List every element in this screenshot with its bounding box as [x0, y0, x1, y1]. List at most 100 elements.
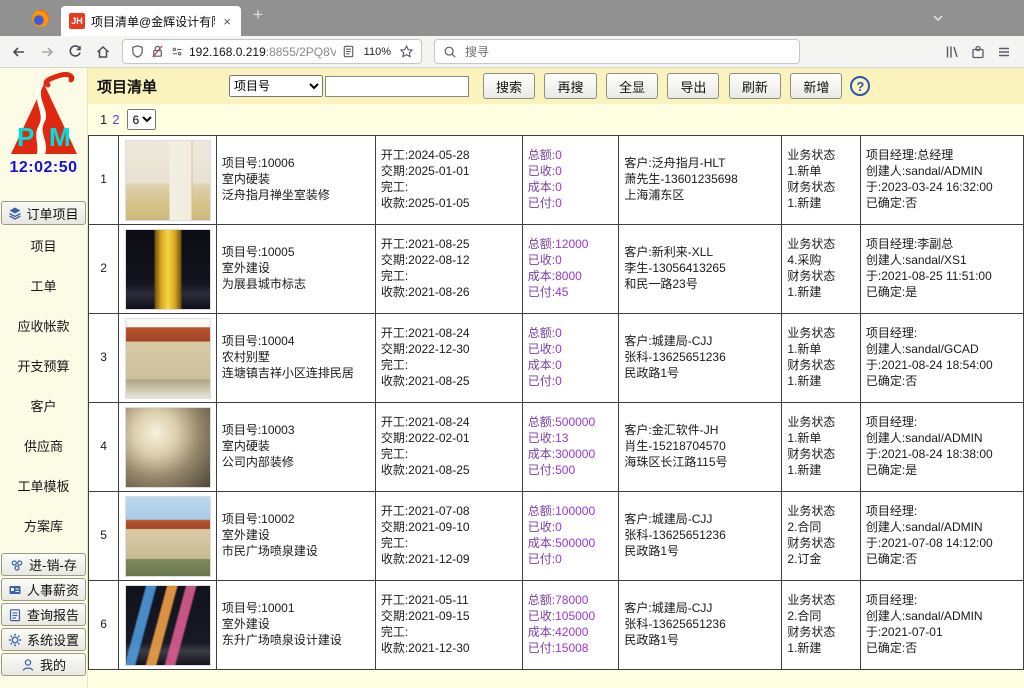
- firefox-icon[interactable]: [32, 10, 49, 27]
- back-icon[interactable]: [6, 40, 32, 64]
- dates-cell: 开工:2024-05-28交期:2025-01-01完工:收款:2025-01-…: [375, 136, 522, 225]
- report-icon: [8, 608, 22, 622]
- address-bar[interactable]: 192.168.0.219:8855/2PQ8V4-zC0cwaIu9Yc2xL…: [122, 39, 422, 64]
- page-number-link[interactable]: 2: [112, 112, 119, 127]
- search-keyword-input[interactable]: [325, 76, 469, 97]
- header-action-button[interactable]: 导出: [667, 73, 719, 99]
- sidebar-link[interactable]: 工单: [0, 265, 87, 305]
- extensions-icon[interactable]: [970, 44, 986, 60]
- person-icon: [21, 658, 35, 672]
- browser-search-input[interactable]: [463, 44, 791, 60]
- project-table-body: 1 项目号:10006室内硬装泛舟指月禅坐室装修 开工:2024-05-28交期…: [89, 136, 1024, 670]
- header-action-button[interactable]: 再搜: [544, 73, 596, 99]
- svg-text:M: M: [49, 122, 71, 152]
- project-photo[interactable]: [125, 496, 211, 577]
- status-cell: 业务状态1.新单财务状态1.新建: [782, 314, 861, 403]
- insecure-lock-icon[interactable]: [150, 44, 165, 59]
- manager-cell: 项目经理:总经理创建人:sandal/ADMIN于:2023-03-24 16:…: [860, 136, 1023, 225]
- url-host: 192.168.0.219: [189, 45, 266, 59]
- reload-icon[interactable]: [62, 40, 88, 64]
- sidebar-link[interactable]: 工单模板: [0, 465, 87, 505]
- sidebar-item-label: 我的: [40, 655, 66, 674]
- project-photo[interactable]: [125, 140, 211, 221]
- sidebar-item-hr-payroll[interactable]: 人事薪资: [1, 578, 86, 601]
- amounts-cell: 总额:0 已收:0 成本:0 已付:0: [522, 136, 619, 225]
- photo-cell: [119, 136, 217, 225]
- sidebar-link[interactable]: 方案库: [0, 505, 87, 545]
- browser-toolbar: 192.168.0.219:8855/2PQ8V4-zC0cwaIu9Yc2xL…: [0, 36, 1024, 68]
- clock: 12:02:50: [9, 159, 77, 177]
- menu-icon[interactable]: [996, 44, 1012, 60]
- forward-icon[interactable]: [34, 40, 60, 64]
- dates-cell: 开工:2021-07-08交期:2021-09-10完工:收款:2021-12-…: [375, 492, 522, 581]
- header-action-button[interactable]: 搜索: [483, 73, 535, 99]
- tab-close-icon[interactable]: ×: [221, 14, 233, 29]
- shield-icon[interactable]: [130, 44, 145, 59]
- manager-cell: 项目经理:创建人:sandal/ADMIN于:2021-07-08 14:12:…: [860, 492, 1023, 581]
- sidebar-item-order-projects[interactable]: 订单项目: [1, 201, 86, 225]
- site-favicon: JH: [69, 13, 85, 29]
- new-tab-button[interactable]: +: [253, 5, 263, 25]
- library-icon[interactable]: [944, 44, 960, 60]
- url-text[interactable]: 192.168.0.219:8855/2PQ8V4-zC0cwaIu9Yc2xL…: [189, 45, 336, 59]
- cycle-icon: [10, 558, 24, 572]
- status-cell: 业务状态1.新单财务状态1.新建: [782, 136, 861, 225]
- project-photo[interactable]: [125, 407, 211, 488]
- table-row[interactable]: 2 项目号:10005室外建设为展县城市标志 开工:2021-08-25交期:2…: [89, 225, 1024, 314]
- amounts-cell: 总额:12000 已收:0 成本:8000 已付:45: [522, 225, 619, 314]
- project-info-cell: 项目号:10001室外建设东升广场喷泉设计建设: [216, 581, 375, 670]
- row-number-cell: 4: [89, 403, 119, 492]
- list-tabs-chevron-icon[interactable]: [930, 10, 946, 26]
- sidebar-link[interactable]: 开支预算: [0, 345, 87, 385]
- sidebar-item-label: 查询报告: [27, 605, 79, 624]
- client-cell: 客户:城建局-CJJ张科-13625651236民政路1号: [619, 581, 782, 670]
- project-info-cell: 项目号:10005室外建设为展县城市标志: [216, 225, 375, 314]
- header-action-button[interactable]: 刷新: [729, 73, 781, 99]
- page-size-select[interactable]: 6: [127, 109, 156, 130]
- home-icon[interactable]: [90, 40, 116, 64]
- client-cell: 客户:金汇软件-JH肖生-15218704570海珠区长江路115号: [619, 403, 782, 492]
- sidebar-link[interactable]: 供应商: [0, 425, 87, 465]
- search-bar[interactable]: [434, 39, 800, 64]
- header-action-button[interactable]: 新增: [790, 73, 842, 99]
- tab-title: 项目清单@金辉设计有限公司: [91, 13, 215, 30]
- dates-cell: 开工:2021-08-24交期:2022-02-01完工:收款:2021-08-…: [375, 403, 522, 492]
- sidebar-link[interactable]: 客户: [0, 385, 87, 425]
- client-cell: 客户:城建局-CJJ张科-13625651236民政路1号: [619, 492, 782, 581]
- photo-cell: [119, 581, 217, 670]
- table-row[interactable]: 1 项目号:10006室内硬装泛舟指月禅坐室装修 开工:2024-05-28交期…: [89, 136, 1024, 225]
- header-action-button[interactable]: 全显: [606, 73, 658, 99]
- sidebar-link[interactable]: 应收帐款: [0, 305, 87, 345]
- amounts-cell: 总额:100000 已收:0 成本:500000 已付:0: [522, 492, 619, 581]
- toolbar-right-icons: [944, 44, 1018, 60]
- manager-cell: 项目经理:创建人:sandal/ADMIN于:2021-07-01已确定:否: [860, 581, 1023, 670]
- filter-field-select[interactable]: 项目号: [229, 75, 323, 97]
- sidebar-item-settings[interactable]: 系统设置: [1, 628, 86, 651]
- zoom-level[interactable]: 110%: [361, 45, 394, 59]
- table-row[interactable]: 6 项目号:10001室外建设东升广场喷泉设计建设 开工:2021-05-11交…: [89, 581, 1024, 670]
- reader-view-icon[interactable]: [341, 44, 356, 59]
- page-header: 项目清单 项目号 搜索 再搜 全显 导出 刷新 新增 ?: [88, 68, 1024, 104]
- table-row[interactable]: 5 项目号:10002室外建设市民广场喷泉建设 开工:2021-07-08交期:…: [89, 492, 1024, 581]
- sidebar-link[interactable]: 项目: [0, 225, 87, 265]
- status-cell: 业务状态2.合同财务状态1.新建: [782, 581, 861, 670]
- project-photo[interactable]: [125, 318, 211, 399]
- status-cell: 业务状态1.新单财务状态1.新建: [782, 403, 861, 492]
- pm-volcano-logo: P M: [8, 72, 80, 158]
- row-number-cell: 5: [89, 492, 119, 581]
- project-photo[interactable]: [125, 585, 211, 666]
- sidebar-item-inventory[interactable]: 进-销-存: [1, 553, 86, 576]
- row-number-cell: 3: [89, 314, 119, 403]
- table-row[interactable]: 4 项目号:10003室内硬装公司内部装修 开工:2021-08-24交期:20…: [89, 403, 1024, 492]
- gear-icon: [8, 633, 22, 647]
- permissions-icon[interactable]: [170, 45, 184, 59]
- browser-tab[interactable]: JH 项目清单@金辉设计有限公司 ×: [61, 6, 241, 36]
- bookmark-star-icon[interactable]: [399, 44, 414, 59]
- sidebar: P M 12:02:50 订单项目 项目 工单 应收帐款 开支预算 客户: [0, 68, 88, 688]
- project-photo[interactable]: [125, 229, 211, 310]
- table-row[interactable]: 3 项目号:10004农村别墅连塘镇吉祥小区连排民居 开工:2021-08-24…: [89, 314, 1024, 403]
- sidebar-item-my-account[interactable]: 我的: [1, 653, 86, 676]
- svg-text:P: P: [17, 122, 34, 152]
- sidebar-item-reports[interactable]: 查询报告: [1, 603, 86, 626]
- help-icon[interactable]: ?: [850, 76, 870, 96]
